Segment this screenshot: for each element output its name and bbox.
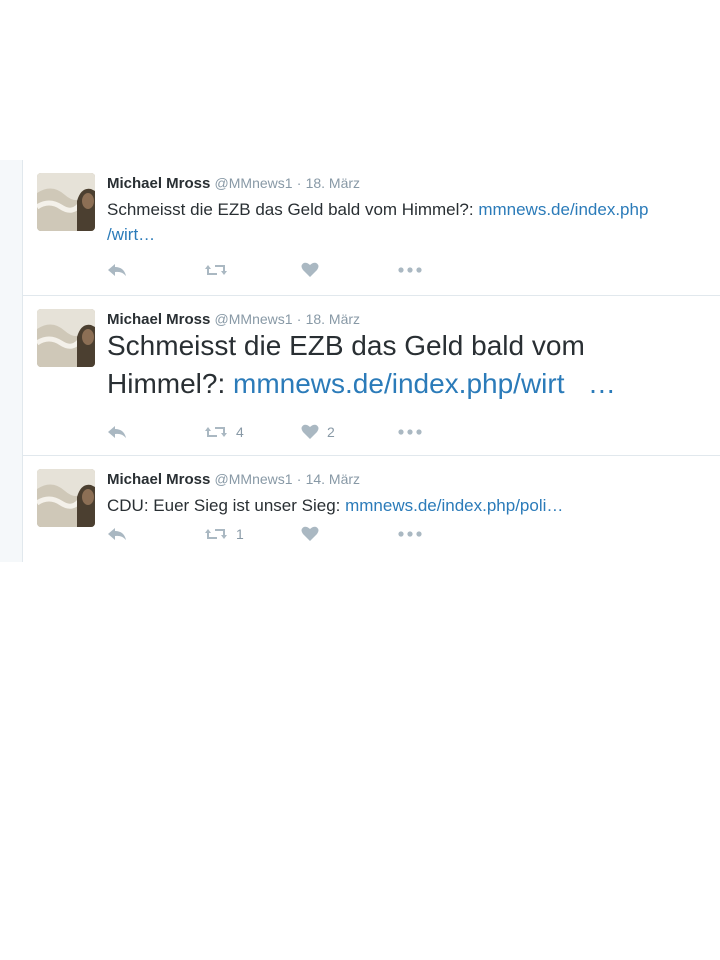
tweet-text: CDU: Euer Sieg ist unser Sieg: mmnews.de… bbox=[107, 493, 707, 518]
more-icon[interactable] bbox=[398, 530, 422, 538]
more-button[interactable] bbox=[398, 428, 422, 436]
left-rail bbox=[0, 160, 23, 562]
tweet-header: Michael Mross @MMnews1 · 14. März bbox=[107, 470, 360, 489]
tweet-link-part1[interactable]: mmnews.de/index.php bbox=[478, 200, 648, 219]
like-button[interactable] bbox=[301, 526, 398, 542]
separator: · bbox=[296, 311, 302, 327]
avatar[interactable] bbox=[37, 469, 95, 527]
tweet[interactable]: Michael Mross @MMnews1 · 18. März Schmei… bbox=[23, 296, 720, 456]
author-name[interactable]: Michael Mross bbox=[107, 175, 210, 192]
retweet-button[interactable]: 1 bbox=[204, 526, 301, 542]
heart-icon[interactable] bbox=[301, 262, 319, 278]
more-button[interactable] bbox=[398, 530, 422, 538]
tweet-link[interactable]: mmnews.de/index.php/wirt … bbox=[233, 368, 616, 399]
tweet-date[interactable]: 14. März bbox=[306, 471, 360, 487]
tweet-actions bbox=[107, 260, 422, 280]
reply-icon[interactable] bbox=[107, 262, 127, 278]
timeline: Michael Mross @MMnews1 · 18. März Schmei… bbox=[23, 160, 720, 562]
author-name[interactable]: Michael Mross bbox=[107, 471, 210, 488]
reply-button[interactable] bbox=[107, 526, 204, 542]
tweet[interactable]: Michael Mross @MMnews1 · 18. März Schmei… bbox=[23, 160, 720, 296]
tweet-date[interactable]: 18. März bbox=[306, 311, 360, 327]
page: Michael Mross @MMnews1 · 18. März Schmei… bbox=[0, 0, 720, 960]
tweet-link-ellipsis[interactable]: … bbox=[588, 368, 616, 399]
tweet-link-part2[interactable]: /wirt… bbox=[107, 225, 155, 244]
tweet-text: Schmeisst die EZB das Geld bald vom Himm… bbox=[107, 197, 707, 247]
like-button[interactable]: 2 bbox=[301, 424, 398, 440]
retweet-count: 1 bbox=[236, 526, 244, 542]
more-button[interactable] bbox=[398, 266, 422, 274]
like-button[interactable] bbox=[301, 262, 398, 278]
author-handle[interactable]: @MMnews1 bbox=[215, 471, 293, 487]
heart-icon[interactable] bbox=[301, 526, 319, 542]
author-handle[interactable]: @MMnews1 bbox=[215, 311, 293, 327]
reply-icon[interactable] bbox=[107, 526, 127, 542]
tweet-header: Michael Mross @MMnews1 · 18. März bbox=[107, 174, 360, 193]
avatar[interactable] bbox=[37, 173, 95, 231]
tweet-text: Schmeisst die EZB das Geld bald vom Himm… bbox=[107, 327, 707, 403]
tweet-link[interactable]: mmnews.de/index.php/poli… bbox=[345, 496, 563, 515]
tweet-date[interactable]: 18. März bbox=[306, 175, 360, 191]
retweet-icon[interactable] bbox=[204, 526, 228, 542]
retweet-button[interactable] bbox=[204, 262, 301, 278]
retweet-count: 4 bbox=[236, 424, 244, 440]
heart-icon[interactable] bbox=[301, 424, 319, 440]
retweet-button[interactable]: 4 bbox=[204, 424, 301, 440]
retweet-icon[interactable] bbox=[204, 424, 228, 440]
author-handle[interactable]: @MMnews1 bbox=[215, 175, 293, 191]
author-name[interactable]: Michael Mross bbox=[107, 311, 210, 328]
retweet-icon[interactable] bbox=[204, 262, 228, 278]
reply-icon[interactable] bbox=[107, 424, 127, 440]
tweet-actions: 1 bbox=[107, 524, 422, 544]
more-icon[interactable] bbox=[398, 266, 422, 274]
tweet-actions: 4 2 bbox=[107, 422, 422, 442]
tweet-body: Schmeisst die EZB das Geld bald vom Himm… bbox=[107, 200, 479, 219]
tweet-body: CDU: Euer Sieg ist unser Sieg: bbox=[107, 496, 346, 515]
like-count: 2 bbox=[327, 424, 335, 440]
separator: · bbox=[296, 471, 302, 487]
reply-button[interactable] bbox=[107, 424, 204, 440]
tweet-link-url[interactable]: mmnews.de/index.php/wirt bbox=[233, 368, 564, 399]
more-icon[interactable] bbox=[398, 428, 422, 436]
avatar[interactable] bbox=[37, 309, 95, 367]
separator: · bbox=[296, 175, 302, 191]
tweet[interactable]: Michael Mross @MMnews1 · 14. März CDU: E… bbox=[23, 456, 720, 562]
reply-button[interactable] bbox=[107, 262, 204, 278]
